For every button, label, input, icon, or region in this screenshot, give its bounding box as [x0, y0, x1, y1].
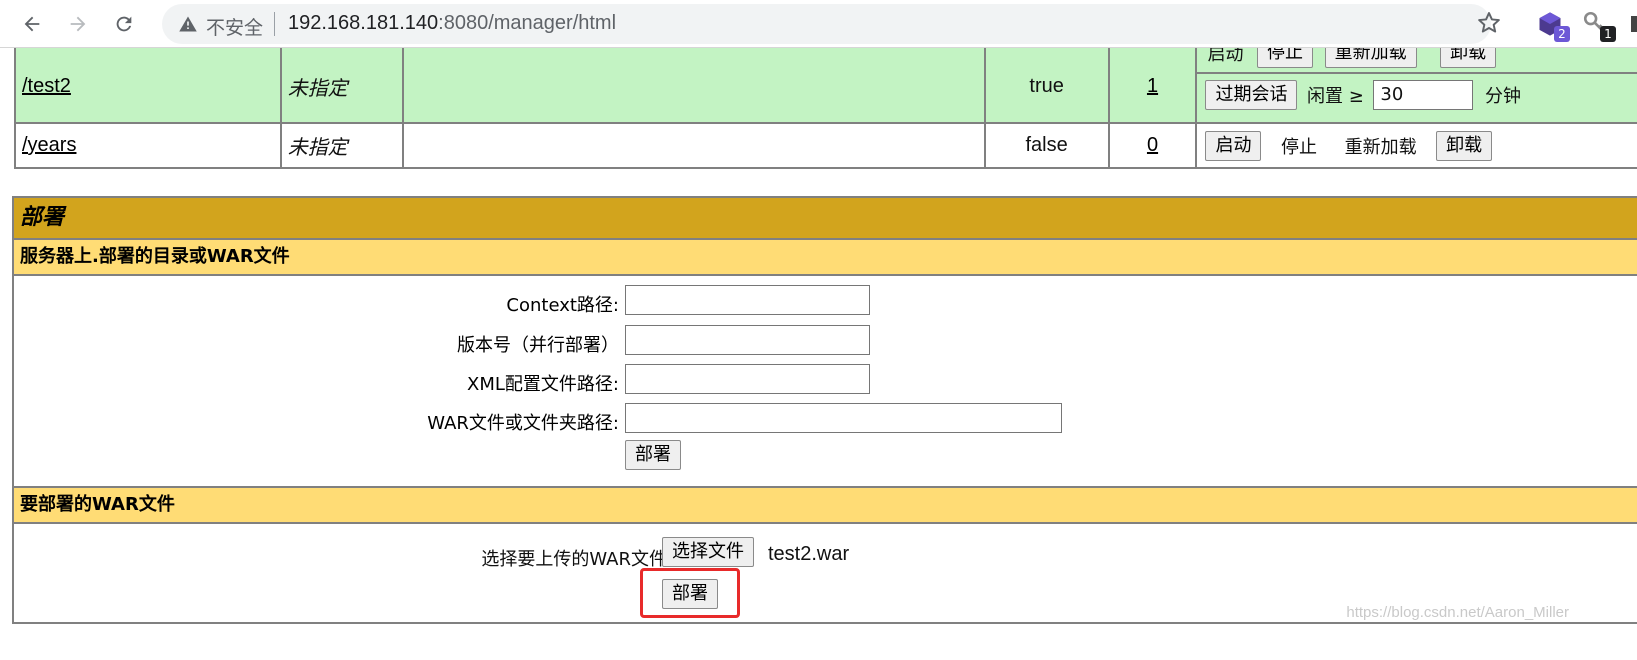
commands-row-bottom: 过期会话 闲置 ≥ 30 分钟	[1197, 74, 1637, 122]
app-description-cell	[401, 122, 986, 169]
security-label[interactable]: 不安全	[206, 13, 263, 40]
idle-label: 闲置 ≥	[1307, 86, 1364, 107]
server-deploy-header: 服务器上.部署的目录或WAR文件	[14, 240, 1637, 276]
app-sessions-link[interactable]: 1	[1147, 75, 1158, 97]
app-description-cell	[401, 38, 986, 124]
select-war-label: 选择要上传的WAR文件	[481, 549, 667, 570]
context-path-label: Context路径:	[506, 295, 619, 316]
app-path-link[interactable]: /test2	[22, 75, 71, 97]
xml-config-label: XML配置文件路径:	[467, 374, 619, 395]
reload-label: 重新加载	[1344, 136, 1417, 158]
app-running-status: true	[983, 38, 1110, 124]
app-sessions-cell: 0	[1107, 122, 1198, 169]
version-input[interactable]	[625, 325, 870, 355]
server-deploy-form: Context路径: 版本号（并行部署） XML配置文件路径: WAR文件或文件…	[14, 276, 1637, 488]
table-row: /years 未指定 false 0 启动 停止 重新加载 卸载	[14, 122, 1637, 169]
arrow-right-icon	[70, 16, 86, 32]
warning-icon[interactable]	[178, 14, 198, 34]
reload-button[interactable]	[106, 6, 142, 42]
stop-label: 停止	[1281, 136, 1318, 158]
app-commands-cell: 启动 停止 重新加载 卸载	[1195, 122, 1637, 169]
extension-2-button[interactable]: 1	[1582, 10, 1616, 42]
app-path-link[interactable]: /years	[22, 134, 76, 156]
undeploy-button[interactable]: 卸载	[1436, 130, 1493, 161]
app-display-name: 未指定	[279, 122, 404, 169]
extension-1-button[interactable]: 2	[1536, 10, 1570, 42]
url-host: 192.168.181.140	[288, 12, 439, 34]
upload-war-header: 要部署的WAR文件	[14, 488, 1637, 524]
forward-button[interactable]	[60, 6, 96, 42]
back-button[interactable]	[14, 6, 50, 42]
minutes-label: 分钟	[1484, 86, 1521, 107]
upload-deploy-button[interactable]: 部署	[662, 579, 718, 609]
start-button[interactable]: 启动	[1205, 130, 1262, 161]
app-sessions-link[interactable]: 0	[1147, 134, 1158, 156]
browser-toolbar: 不安全 192.168.181.140:8080/manager/html 2 …	[0, 0, 1637, 48]
url-text[interactable]: 192.168.181.140:8080/manager/html	[288, 12, 616, 35]
xml-config-input[interactable]	[625, 364, 870, 394]
table-row: /test2 未指定 true 1 启动 停止 重新加载 卸载 过期会话 闲置 …	[14, 38, 1637, 124]
deploy-title: 部署	[14, 198, 1637, 240]
watermark: https://blog.csdn.net/Aaron_Miller	[1346, 604, 1569, 621]
expire-sessions-button[interactable]: 过期会话	[1205, 80, 1298, 110]
app-path-cell: /test2	[14, 38, 282, 124]
url-path: :8080/manager/html	[438, 12, 617, 34]
reload-icon	[116, 16, 132, 32]
address-separator	[274, 12, 275, 36]
app-display-name: 未指定	[279, 38, 404, 124]
app-path-cell: /years	[14, 122, 282, 169]
app-commands-cell: 启动 停止 重新加载 卸载 过期会话 闲置 ≥ 30 分钟	[1195, 38, 1637, 124]
window-edge-mark	[1631, 16, 1637, 32]
deploy-section: 部署 服务器上.部署的目录或WAR文件 Context路径: 版本号（并行部署）…	[12, 196, 1637, 624]
applications-table: /test2 未指定 true 1 启动 停止 重新加载 卸载 过期会话 闲置 …	[14, 38, 1637, 169]
extension-2-badge: 1	[1600, 26, 1616, 42]
server-deploy-button[interactable]: 部署	[625, 440, 681, 470]
selected-file-name: test2.war	[768, 543, 850, 565]
context-path-input[interactable]	[625, 285, 870, 315]
address-bar[interactable]: 不安全 192.168.181.140:8080/manager/html	[162, 4, 1491, 44]
app-sessions-cell: 1	[1107, 38, 1198, 124]
version-label: 版本号（并行部署）	[457, 335, 619, 356]
bookmark-star-icon[interactable]	[1476, 10, 1502, 36]
choose-file-button[interactable]: 选择文件	[662, 537, 754, 567]
idle-minutes-input[interactable]: 30	[1373, 80, 1474, 110]
war-path-input[interactable]	[625, 403, 1062, 433]
extension-1-badge: 2	[1554, 26, 1570, 42]
war-path-label: WAR文件或文件夹路径:	[427, 413, 619, 434]
arrow-left-icon	[24, 16, 40, 32]
app-running-status: false	[983, 122, 1110, 169]
